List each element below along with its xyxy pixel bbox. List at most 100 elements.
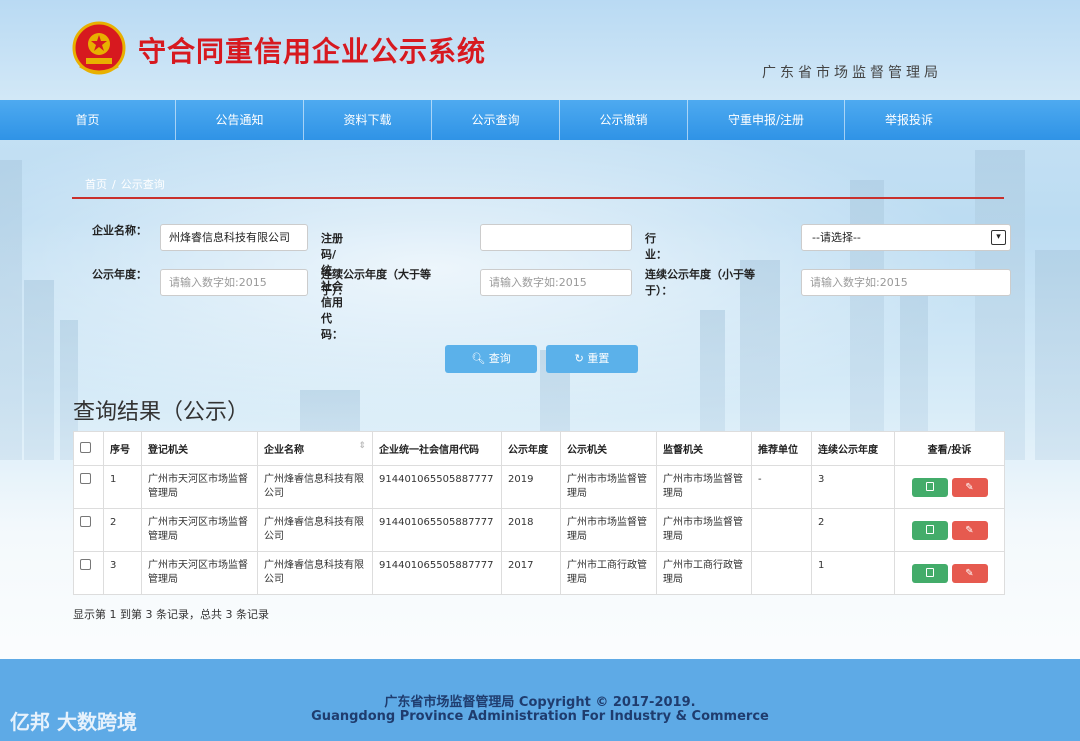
- edit-icon: ✎: [965, 524, 974, 536]
- cont-year-lte-input[interactable]: [801, 269, 1011, 296]
- cell-pub-authority: 广州市市场监督管理局: [560, 465, 657, 509]
- credit-code-input[interactable]: [480, 224, 632, 251]
- results-title: 查询结果（公示）: [73, 400, 250, 425]
- sort-icon[interactable]: ⇕: [358, 441, 366, 451]
- cell-no: 3: [103, 551, 142, 595]
- industry-label: 行业：: [645, 232, 667, 261]
- cell-company-name: 广州烽睿信息科技有限公司: [257, 465, 373, 509]
- cell-reg-authority: 广州市天河区市场监督管理局: [141, 551, 258, 595]
- view-button[interactable]: [911, 477, 948, 497]
- col-company-name-label: 企业名称: [264, 445, 304, 456]
- col-reg-authority[interactable]: 登记机关: [141, 431, 258, 466]
- divider: [72, 197, 1004, 199]
- company-name-label: 企业名称：: [92, 224, 147, 237]
- company-name-input[interactable]: 州烽睿信息科技有限公司: [160, 224, 308, 251]
- row-select-cell: [73, 465, 104, 509]
- view-icon: [925, 482, 934, 491]
- year-label: 公示年度：: [92, 268, 147, 281]
- table-row: 3 广州市天河区市场监督管理局 广州烽睿信息科技有限公司 91440106550…: [73, 551, 1005, 595]
- cell-year: 2017: [501, 551, 561, 595]
- nav-item-downloads[interactable]: 资料下载: [304, 100, 432, 140]
- nav-item-apply-register[interactable]: 守重申报/注册: [688, 100, 845, 140]
- cell-year: 2019: [501, 465, 561, 509]
- edit-icon: ✎: [965, 567, 974, 579]
- cell-credit-code: 914401065505887777: [372, 465, 502, 509]
- complaint-button[interactable]: ✎: [951, 477, 988, 497]
- breadcrumb-separator: /: [112, 178, 116, 191]
- row-select-cell: [73, 551, 104, 595]
- cell-credit-code: 914401065505887777: [372, 508, 502, 552]
- select-all-cell: [73, 431, 104, 466]
- cell-reg-authority: 广州市天河区市场监督管理局: [141, 465, 258, 509]
- breadcrumb-current: 公示查询: [120, 178, 165, 191]
- complaint-button[interactable]: ✎: [951, 520, 988, 540]
- col-pub-authority[interactable]: 公示机关: [560, 431, 657, 466]
- edit-icon: ✎: [965, 481, 974, 493]
- breadcrumb: 首页 / 公示查询: [85, 176, 165, 192]
- cont-year-lte-label: 连续公示年度（小于等于）：: [645, 268, 755, 297]
- cell-recommender: [751, 508, 812, 552]
- cell-actions: ✎: [894, 508, 1005, 552]
- cell-recommender: -: [751, 465, 812, 509]
- view-button[interactable]: [911, 520, 948, 540]
- view-icon: [925, 525, 934, 534]
- cell-pub-authority: 广州市工商行政管理局: [560, 551, 657, 595]
- cell-reg-authority: 广州市天河区市场监督管理局: [141, 508, 258, 552]
- search-icon: 🔍︎: [471, 352, 486, 365]
- col-cont-years[interactable]: 连续公示年度: [811, 431, 895, 466]
- search-button[interactable]: 🔍︎ 查询: [445, 345, 537, 373]
- col-recommender[interactable]: 推荐单位: [751, 431, 812, 466]
- nav-item-notices[interactable]: 公告通知: [176, 100, 304, 140]
- search-button-label: 查询: [488, 352, 511, 365]
- refresh-icon: ↻: [574, 352, 584, 365]
- col-sup-authority[interactable]: 监督机关: [656, 431, 752, 466]
- col-year[interactable]: 公示年度: [501, 431, 561, 466]
- reset-button[interactable]: ↻ 重置: [546, 345, 638, 373]
- cell-no: 1: [103, 465, 142, 509]
- nav-item-public-query[interactable]: 公示查询: [432, 100, 560, 140]
- complaint-button[interactable]: ✎: [951, 563, 988, 583]
- cell-cont-years: 1: [811, 551, 895, 595]
- cell-year: 2018: [501, 508, 561, 552]
- pagination-summary: 显示第 1 到第 3 条记录，总共 3 条记录: [73, 608, 269, 621]
- table-row: 1 广州市天河区市场监督管理局 广州烽睿信息科技有限公司 91440106550…: [73, 465, 1005, 509]
- row-select-cell: [73, 508, 104, 552]
- nav-item-home[interactable]: 首页: [0, 100, 176, 140]
- col-company-name[interactable]: 企业名称 ⇕: [257, 431, 373, 466]
- view-icon: [925, 568, 934, 577]
- footer-english-name: Guangdong Province Administration For In…: [311, 709, 769, 724]
- row-checkbox[interactable]: [80, 473, 91, 484]
- reset-button-label: 重置: [587, 352, 610, 365]
- table-row: 2 广州市天河区市场监督管理局 广州烽睿信息科技有限公司 91440106550…: [73, 508, 1005, 552]
- cell-recommender: [751, 551, 812, 595]
- table-header-row: 序号 登记机关 企业名称 ⇕ 企业统一社会信用代码 公示年度 公示机关 监督机关 …: [73, 431, 1005, 466]
- cell-no: 2: [103, 508, 142, 552]
- nav-item-report[interactable]: 举报投诉: [845, 100, 973, 140]
- row-checkbox[interactable]: [80, 516, 91, 527]
- cell-credit-code: 914401065505887777: [372, 551, 502, 595]
- col-no[interactable]: 序号: [103, 431, 142, 466]
- breadcrumb-home[interactable]: 首页: [85, 178, 107, 191]
- year-input[interactable]: [160, 269, 308, 296]
- cell-sup-authority: 广州市市场监督管理局: [656, 465, 752, 509]
- cont-year-gte-input[interactable]: [480, 269, 632, 296]
- main-nav: 首页 公告通知 资料下载 公示查询 公示撤销 守重申报/注册 举报投诉: [0, 100, 1080, 140]
- col-credit-code[interactable]: 企业统一社会信用代码: [372, 431, 502, 466]
- chevron-down-icon: ▾: [991, 230, 1006, 245]
- view-button[interactable]: [911, 563, 948, 583]
- industry-selected-value: --请选择--: [812, 231, 861, 244]
- cell-sup-authority: 广州市工商行政管理局: [656, 551, 752, 595]
- cont-year-gte-label: 连续公示年度（大于等于）：: [321, 268, 431, 297]
- cell-sup-authority: 广州市市场监督管理局: [656, 508, 752, 552]
- watermark: 亿邦 大数跨境: [10, 710, 137, 734]
- row-checkbox[interactable]: [80, 559, 91, 570]
- agency-name: 广东省市场监督管理局: [762, 65, 942, 81]
- results-table: 序号 登记机关 企业名称 ⇕ 企业统一社会信用代码 公示年度 公示机关 监督机关 …: [73, 431, 1005, 595]
- cell-actions: ✎: [894, 551, 1005, 595]
- nav-item-revoke[interactable]: 公示撤销: [560, 100, 688, 140]
- select-all-checkbox[interactable]: [80, 441, 91, 453]
- site-title: 守合同重信用企业公示系统: [138, 35, 487, 68]
- cell-cont-years: 3: [811, 465, 895, 509]
- industry-select[interactable]: --请选择-- ▾: [801, 224, 1011, 251]
- col-actions: 查看/投诉: [894, 431, 1005, 466]
